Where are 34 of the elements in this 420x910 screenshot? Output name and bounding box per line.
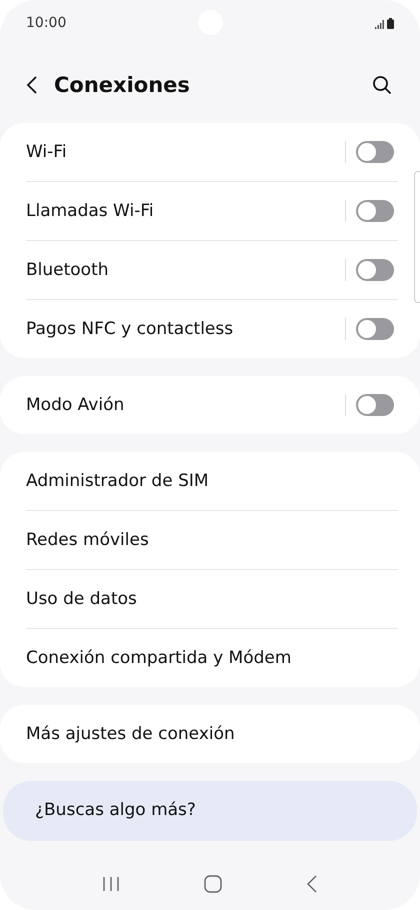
suggestion-title: ¿Buscas algo más? [35, 800, 196, 820]
item-label: Conexión compartida y Módem [26, 648, 292, 668]
item-label: Llamadas Wi-Fi [26, 201, 155, 221]
item-label: Uso de datos [26, 589, 138, 609]
back-icon[interactable] [306, 875, 318, 893]
item-label: Administrador de SIM [26, 471, 210, 491]
settings-item[interactable]: Pagos NFC y contactless [0, 300, 420, 358]
toggle-switch[interactable] [356, 318, 394, 340]
settings-item[interactable]: Más ajustes de conexión [0, 705, 420, 763]
settings-item[interactable]: Administrador de SIM [0, 452, 420, 510]
settings-item[interactable]: Redes móviles [0, 511, 420, 569]
item-label: Modo Avión [26, 395, 126, 415]
settings-item[interactable]: Wi-Fi [0, 123, 420, 181]
item-label: Redes móviles [26, 530, 150, 550]
settings-item[interactable]: Conexión compartida y Módem [0, 629, 420, 687]
settings-item[interactable]: Modo Avión [0, 376, 420, 434]
settings-item[interactable]: Llamadas Wi-Fi [0, 182, 420, 240]
page-title: Conexiones [54, 72, 191, 96]
home-icon[interactable] [204, 875, 222, 893]
recent-apps-icon[interactable] [102, 876, 120, 892]
battery-icon [387, 18, 394, 28]
toggle-switch[interactable] [356, 259, 394, 281]
toggle-switch[interactable] [356, 200, 394, 222]
search-icon [372, 74, 392, 94]
item-label: Bluetooth [26, 260, 110, 280]
item-label: Pagos NFC y contactless [26, 319, 234, 339]
item-label: Más ajustes de conexión [26, 724, 236, 744]
item-label: Wi-Fi [26, 142, 68, 162]
toggle-switch[interactable] [356, 141, 394, 163]
settings-item[interactable]: Uso de datos [0, 570, 420, 628]
settings-item[interactable]: Bluetooth [0, 241, 420, 299]
toggle-switch[interactable] [356, 394, 394, 416]
status-time: 10:00 [26, 15, 66, 31]
signal-icon [375, 20, 384, 28]
